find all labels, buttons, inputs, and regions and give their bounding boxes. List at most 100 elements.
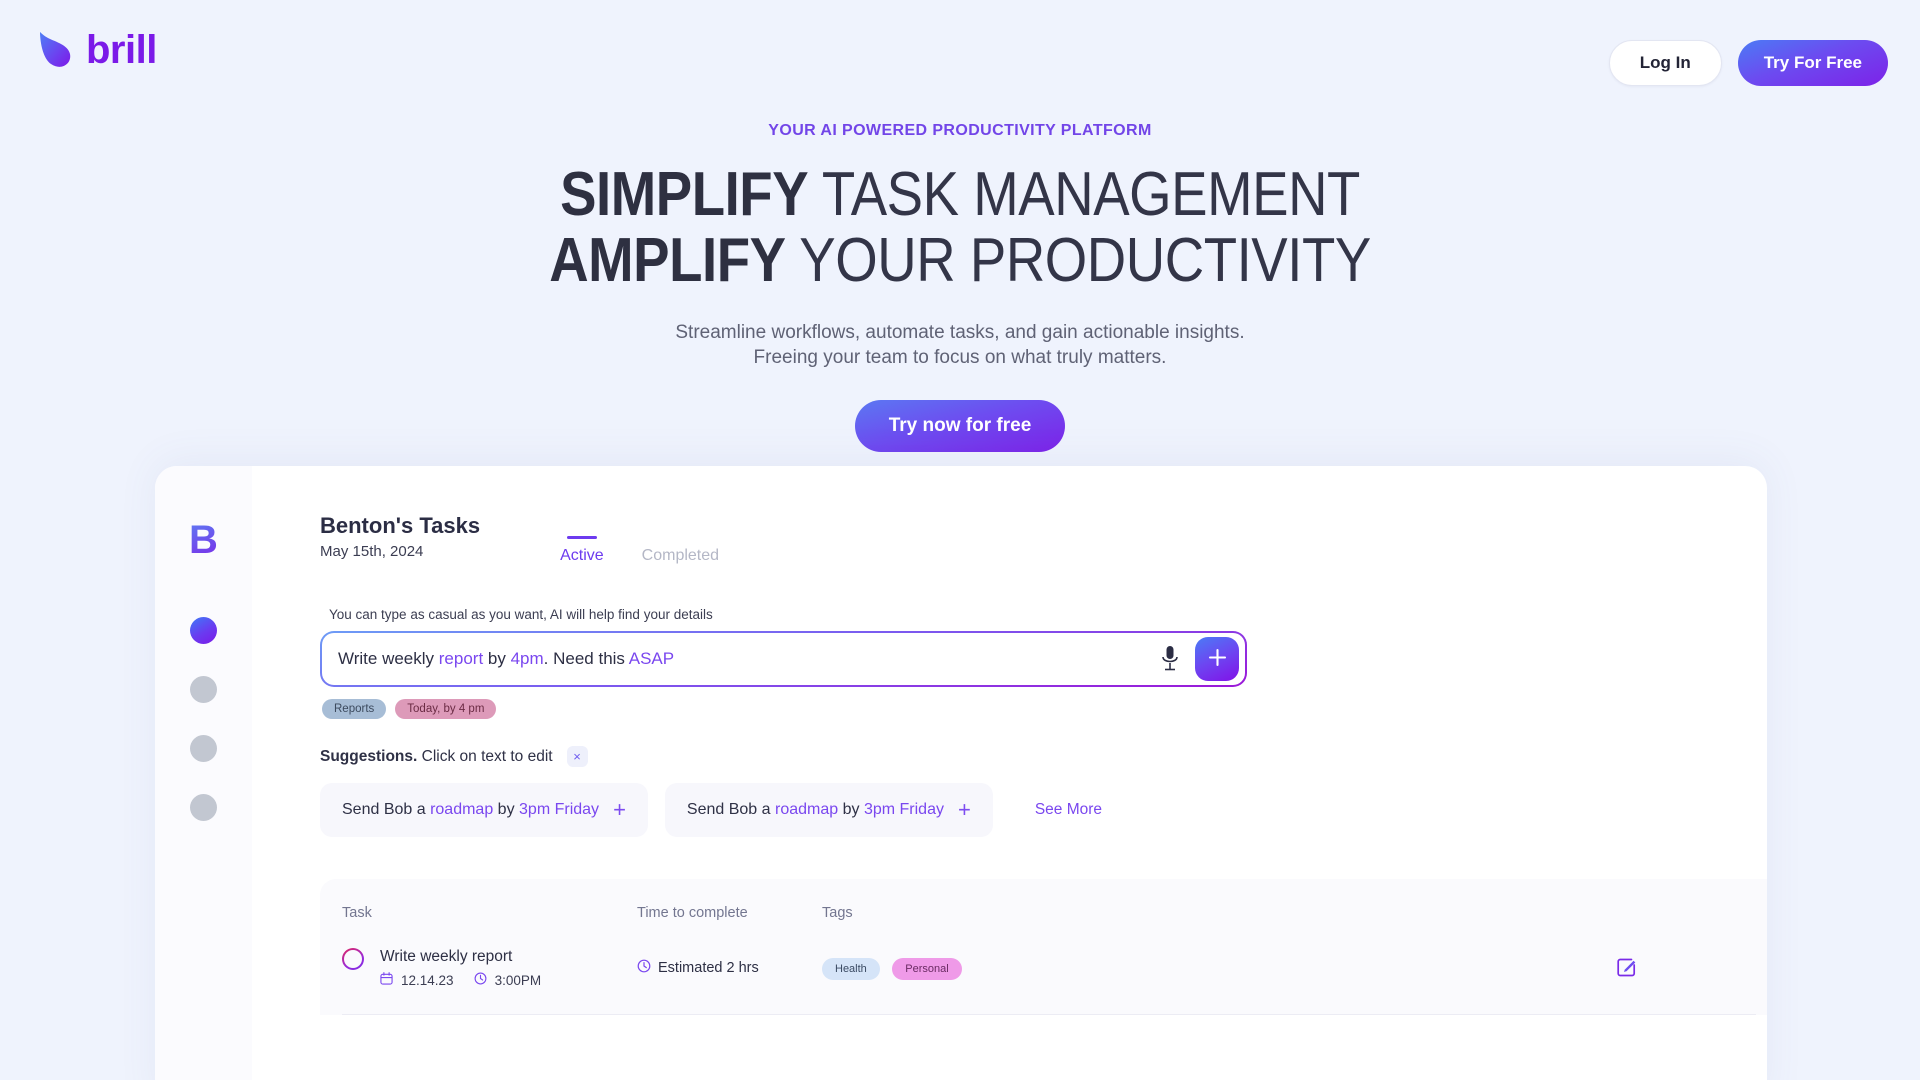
page-title: SIMPLIFY TASK MANAGEMENT AMPLIFY YOUR PR… xyxy=(115,162,1805,294)
task-name: Write weekly report xyxy=(380,948,513,965)
site-header: brill Log In Try For Free xyxy=(0,0,1920,125)
try-for-free-button[interactable]: Try For Free xyxy=(1737,40,1888,86)
suggestion-card-2[interactable]: Send Bob a roadmap by 3pm Friday + xyxy=(664,783,993,837)
edit-icon[interactable] xyxy=(1616,957,1638,979)
column-header-time: Time to complete xyxy=(637,905,748,921)
sugg1-token-2: by xyxy=(493,801,520,818)
cell-time-to-complete: Estimated 2 hrs xyxy=(637,959,822,977)
headline-word-amplify: AMPLIFY xyxy=(549,226,786,295)
column-header-tags: Tags xyxy=(822,905,853,921)
table-header-row: Task Time to complete Tags xyxy=(342,905,1756,921)
suggestion-card-1[interactable]: Send Bob a roadmap by 3pm Friday + xyxy=(320,783,648,837)
nav-dot-2[interactable] xyxy=(190,676,217,703)
microphone-icon[interactable] xyxy=(1157,643,1183,675)
header-actions: Log In Try For Free xyxy=(1608,40,1888,86)
composer-tools xyxy=(1157,637,1245,681)
task-time: 3:00PM xyxy=(494,972,542,988)
app-sidebar: B xyxy=(155,466,252,1080)
nav-dot-4[interactable] xyxy=(190,794,217,821)
suggestions-title: Suggestions. Click on text to edit xyxy=(320,748,553,766)
suggestions-header: Suggestions. Click on text to edit × xyxy=(320,746,1767,767)
droplet-logo-icon xyxy=(34,30,76,74)
close-icon[interactable]: × xyxy=(566,746,588,767)
see-more-link[interactable]: See More xyxy=(1035,801,1102,819)
time-estimate: Estimated 2 hrs xyxy=(637,959,822,977)
composer-input[interactable]: Write weekly report by 4pm. Need this AS… xyxy=(322,649,1157,669)
composer-token-0: Write weekly xyxy=(338,649,439,668)
tag-health[interactable]: Health xyxy=(822,958,880,980)
composer-token-2: by xyxy=(483,649,511,668)
task-table-panel: Task Time to complete Tags Write weekly … xyxy=(320,879,1767,1015)
plus-icon xyxy=(1208,648,1227,670)
clock-icon xyxy=(474,972,487,988)
task-meta: 12.14.23 3:00PM xyxy=(380,972,541,988)
suggestions-title-bold: Suggestions. xyxy=(320,747,418,765)
nav-dot-1[interactable] xyxy=(190,617,217,644)
suggestion-1-text: Send Bob a roadmap by 3pm Friday xyxy=(342,801,599,819)
headline-line-2: AMPLIFY YOUR PRODUCTIVITY xyxy=(115,228,1805,294)
detected-chips: Reports Today, by 4 pm xyxy=(320,699,1767,719)
tag-personal[interactable]: Personal xyxy=(892,958,962,980)
hero-subtext-line-1: Streamline workflows, automate tasks, an… xyxy=(675,322,1245,343)
headline-rest-1: TASK MANAGEMENT xyxy=(821,160,1360,229)
app-header: Benton's Tasks May 15th, 2024 Active Com… xyxy=(320,466,1767,565)
app-preview-card: B Benton's Tasks May 15th, 2024 Active C… xyxy=(155,466,1767,1080)
hero-eyebrow: YOUR AI POWERED PRODUCTIVITY PLATFORM xyxy=(768,122,1152,139)
avatar: B xyxy=(189,518,218,562)
task-date: 12.14.23 xyxy=(401,972,454,988)
app-main: Benton's Tasks May 15th, 2024 Active Com… xyxy=(252,466,1767,1080)
tab-completed-label: Completed xyxy=(641,547,720,564)
hero-subtext-line-2: Freeing your team to focus on what truly… xyxy=(753,347,1167,368)
composer-token-5: ASAP xyxy=(628,649,675,668)
composer-token-3: 4pm xyxy=(510,649,544,668)
composer-hint: You can type as casual as you want, AI w… xyxy=(329,607,713,622)
task-list-heading: Benton's Tasks May 15th, 2024 xyxy=(320,512,480,560)
tab-completed[interactable]: Completed xyxy=(642,536,719,565)
suggestion-2-add-icon[interactable]: + xyxy=(958,799,971,822)
hero-subtext: Streamline workflows, automate tasks, an… xyxy=(0,320,1920,370)
suggestion-1-add-icon[interactable]: + xyxy=(613,799,626,822)
suggestion-2-text: Send Bob a roadmap by 3pm Friday xyxy=(687,801,944,819)
task-tabs: Active Completed xyxy=(560,512,719,565)
hero-section: YOUR AI POWERED PRODUCTIVITY PLATFORM SI… xyxy=(0,122,1920,452)
composer-token-1: report xyxy=(438,649,484,668)
time-estimate-label: Estimated 2 hrs xyxy=(658,960,759,976)
sugg1-token-1: roadmap xyxy=(430,801,494,818)
login-button[interactable]: Log In xyxy=(1608,40,1722,86)
headline-line-1: SIMPLIFY TASK MANAGEMENT xyxy=(115,162,1805,228)
nav-dot-3[interactable] xyxy=(190,735,217,762)
headline-rest-2: YOUR PRODUCTIVITY xyxy=(799,226,1371,295)
chip-due-date[interactable]: Today, by 4 pm xyxy=(395,699,497,719)
composer-token-4: . Need this xyxy=(543,649,629,668)
try-now-free-button[interactable]: Try now for free xyxy=(854,400,1066,452)
sugg1-token-3: 3pm Friday xyxy=(519,801,600,818)
headline-word-simplify: SIMPLIFY xyxy=(560,160,809,229)
brand-name: brill xyxy=(86,28,157,72)
sugg2-token-0: Send Bob a xyxy=(686,801,775,818)
cell-task: Write weekly report 12.14.23 3:00PM xyxy=(342,948,637,988)
task-composer[interactable]: Write weekly report by 4pm. Need this AS… xyxy=(320,631,1247,687)
suggestions-title-rest: Click on text to edit xyxy=(421,747,553,765)
sugg2-token-3: 3pm Friday xyxy=(863,801,944,818)
tab-active-indicator xyxy=(566,536,597,539)
task-cell-body: Write weekly report 12.14.23 3:00PM xyxy=(380,948,541,988)
calendar-icon xyxy=(380,972,393,988)
hero-cta-wrap: Try now for free xyxy=(0,400,1920,452)
sugg2-token-2: by xyxy=(838,801,864,818)
tab-active-label: Active xyxy=(560,547,604,564)
suggestions-row: Send Bob a roadmap by 3pm Friday + Send … xyxy=(320,783,1767,837)
brand-logo[interactable]: brill xyxy=(34,30,157,74)
tab-active[interactable]: Active xyxy=(560,536,604,565)
table-row: Write weekly report 12.14.23 3:00PM Esti… xyxy=(342,948,1756,1015)
circle-checkbox-icon[interactable] xyxy=(342,948,364,970)
sugg2-token-1: roadmap xyxy=(775,801,839,818)
task-list-title: Benton's Tasks xyxy=(320,513,481,538)
add-task-button[interactable] xyxy=(1195,637,1239,681)
clock-icon xyxy=(637,959,651,977)
cell-tags: Health Personal xyxy=(822,958,1122,980)
task-list-date: May 15th, 2024 xyxy=(320,542,424,560)
sugg1-token-0: Send Bob a xyxy=(342,801,431,818)
column-header-task: Task xyxy=(342,905,372,921)
chip-reports[interactable]: Reports xyxy=(322,699,387,719)
tab-completed-indicator xyxy=(665,536,695,539)
